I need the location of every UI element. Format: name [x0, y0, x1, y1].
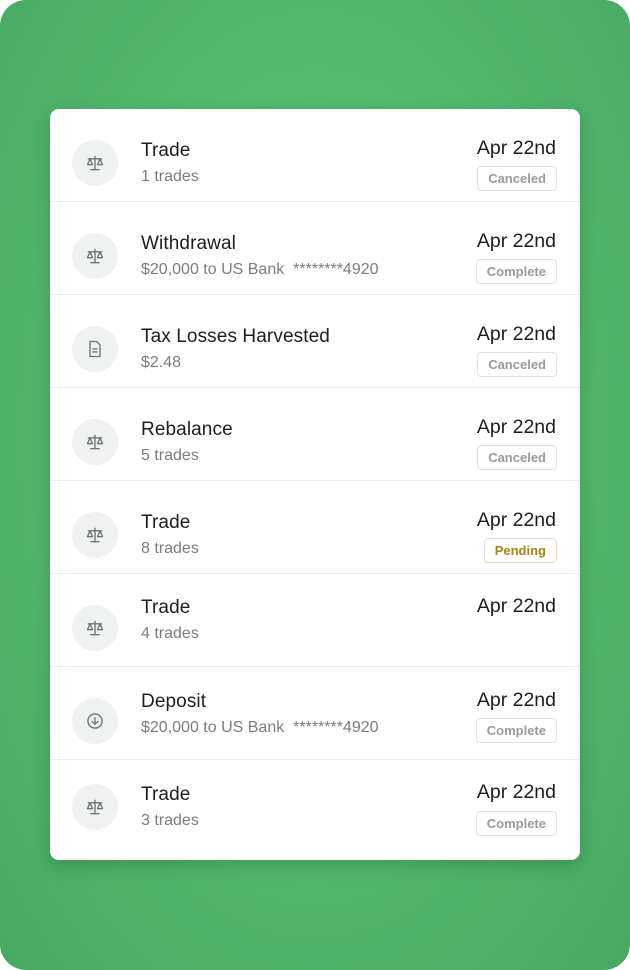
transaction-subtitle: $20,000 to US Bank ********4920 — [141, 261, 379, 278]
transaction-row[interactable]: Rebalance 5 trades Apr 22nd Canceled — [50, 388, 580, 481]
transaction-date: Apr 22nd — [476, 781, 556, 803]
transaction-title: Trade — [141, 784, 191, 805]
transaction-row[interactable]: Trade 1 trades Apr 22nd Canceled — [50, 109, 580, 202]
transaction-date: Apr 22nd — [476, 689, 556, 711]
scale-icon — [72, 233, 118, 279]
transaction-subtitle: 4 trades — [141, 625, 199, 642]
scale-icon — [72, 605, 118, 651]
status-badge: Complete — [475, 811, 557, 836]
transaction-subtitle: $2.48 — [141, 354, 182, 371]
transaction-subtitle: 8 trades — [141, 540, 199, 557]
status-badge: Canceled — [477, 166, 557, 191]
transaction-row[interactable]: Tax Losses Harvested $2.48 Apr 22nd Canc… — [50, 295, 580, 388]
transaction-subtitle: 5 trades — [141, 447, 199, 464]
transaction-row[interactable]: Trade 8 trades Apr 22nd Pending — [50, 481, 580, 574]
transaction-title: Trade — [141, 512, 191, 533]
transaction-row[interactable]: Deposit $20,000 to US Bank ********4920 … — [50, 667, 580, 760]
transaction-date: Apr 22nd — [476, 509, 556, 531]
status-badge: Pending — [483, 538, 557, 563]
transaction-date: Apr 22nd — [476, 595, 556, 617]
transaction-title: Rebalance — [141, 419, 233, 440]
transaction-subtitle: 3 trades — [141, 812, 199, 829]
status-badge: Canceled — [477, 352, 557, 377]
transaction-row[interactable]: Trade 3 trades Apr 22nd Complete — [50, 760, 580, 860]
status-badge: Complete — [475, 259, 557, 284]
arrow-down-circle-icon — [72, 698, 118, 744]
scale-icon — [72, 784, 118, 830]
scale-icon — [72, 512, 118, 558]
status-badge: Complete — [475, 718, 557, 743]
status-badge: Canceled — [477, 445, 557, 470]
scale-icon — [72, 419, 118, 465]
transaction-date: Apr 22nd — [476, 323, 556, 345]
transaction-title: Withdrawal — [141, 233, 236, 254]
transaction-title: Deposit — [141, 691, 207, 712]
transaction-date: Apr 22nd — [476, 416, 556, 438]
transaction-row[interactable]: Withdrawal $20,000 to US Bank ********49… — [50, 202, 580, 295]
transaction-subtitle: $20,000 to US Bank ********4920 — [141, 719, 379, 736]
document-icon — [72, 326, 118, 372]
transaction-subtitle: 1 trades — [141, 168, 199, 185]
transaction-date: Apr 22nd — [476, 137, 556, 159]
transaction-list: Trade 1 trades Apr 22nd Canceled Withdra… — [50, 109, 580, 860]
transaction-title: Tax Losses Harvested — [141, 326, 330, 347]
transaction-title: Trade — [141, 140, 191, 161]
transaction-row[interactable]: Trade 4 trades Apr 22nd — [50, 574, 580, 667]
transaction-title: Trade — [141, 597, 191, 618]
scale-icon — [72, 140, 118, 186]
transaction-date: Apr 22nd — [476, 230, 556, 252]
